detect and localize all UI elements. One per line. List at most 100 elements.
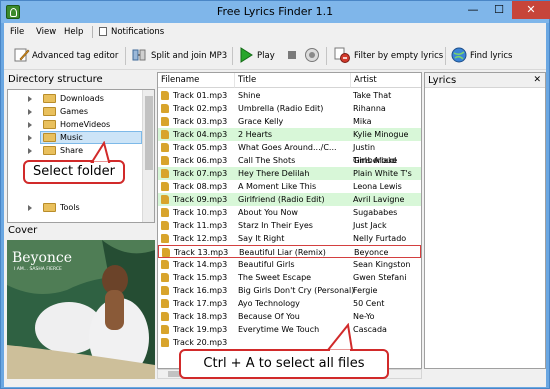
title-cell: Because Of You: [238, 312, 300, 321]
music-file-icon: [161, 104, 169, 113]
title-cell: The Sweet Escape: [238, 273, 312, 282]
lyrics-header: Lyrics ✕: [425, 73, 545, 88]
callout-tail: [90, 141, 111, 163]
advanced-tag-editor-button[interactable]: Advanced tag editor: [32, 47, 118, 65]
tree-item-share[interactable]: Share: [8, 144, 142, 157]
table-row[interactable]: Track 06.mp3 Call The Shots Girls Aloud: [158, 154, 421, 167]
cover-art: Beyonce I AM... SASHA FIERCE: [7, 240, 155, 379]
play-icon[interactable]: [238, 47, 254, 63]
table-row[interactable]: Track 19.mp3 Everytime We Touch Cascada: [158, 323, 421, 336]
title-cell: Ayo Technology: [238, 299, 300, 308]
filename-cell: Track 02.mp3: [173, 104, 228, 113]
title-cell: Starz In Their Eyes: [238, 221, 313, 230]
artist-cell: Kylie Minogue: [353, 130, 409, 139]
table-row[interactable]: Track 08.mp3 A Moment Like This Leona Lewi…: [158, 180, 421, 193]
table-row[interactable]: Track 01.mp3 Shine Take That: [158, 89, 421, 102]
menu-notifications[interactable]: Notifications: [111, 27, 164, 37]
folder-icon: [43, 94, 56, 103]
minimize-button[interactable]: —: [460, 1, 486, 19]
lyrics-close-icon[interactable]: ✕: [533, 73, 541, 88]
close-button[interactable]: ✕: [512, 1, 550, 19]
play-button[interactable]: Play: [257, 47, 275, 65]
music-file-icon: [161, 299, 169, 308]
table-row[interactable]: Track 15.mp3 The Sweet Escape Gwen Stefani: [158, 271, 421, 284]
table-row[interactable]: Track 10.mp3 About You Now Sugababes: [158, 206, 421, 219]
table-row[interactable]: Track 03.mp3 Grace Kelly Mika: [158, 115, 421, 128]
menu-help[interactable]: Help: [64, 27, 83, 37]
artist-cell: Leona Lewis: [353, 182, 402, 191]
artist-cell: Sean Kingston: [353, 260, 411, 269]
tree-item-games[interactable]: Games: [8, 105, 142, 118]
table-row[interactable]: Track 02.mp3 Umbrella (Radio Edit) Rihanna: [158, 102, 421, 115]
tracks-table[interactable]: Filename Title Artist Track 01.mp3 Shine T…: [157, 72, 422, 369]
expand-arrow-icon[interactable]: [28, 205, 32, 211]
artist-cell: Take That: [353, 91, 392, 100]
notifications-icon: [99, 27, 107, 36]
tree-item-label: Music: [60, 133, 83, 142]
toolbar-separator: [232, 47, 233, 65]
stop-icon[interactable]: [284, 47, 300, 63]
folder-icon: [43, 120, 56, 129]
filename-cell: Track 04.mp3: [173, 130, 228, 139]
folder-icon: [43, 107, 56, 116]
artist-cell: Girls Aloud: [353, 156, 397, 165]
table-row[interactable]: Track 20.mp3: [158, 336, 421, 349]
expand-arrow-icon[interactable]: [28, 96, 32, 102]
table-row[interactable]: Track 04.mp3 2 Hearts Kylie Minogue: [158, 128, 421, 141]
table-row[interactable]: Track 13.mp3 Beautiful Liar (Remix) Beyonc…: [158, 245, 421, 258]
table-row[interactable]: Track 18.mp3 Because Of You Ne-Yo: [158, 310, 421, 323]
toolbar: Advanced tag editor Split and join MP3 P…: [4, 42, 546, 70]
filename-cell: Track 15.mp3: [173, 273, 228, 282]
maximize-button[interactable]: ☐: [486, 1, 512, 19]
split-join-button[interactable]: Split and join MP3: [151, 47, 227, 65]
split-join-icon: [132, 49, 146, 61]
menu-bar: File View Help Notifications: [4, 23, 546, 41]
volume-icon[interactable]: [304, 47, 320, 63]
filter-icon: [334, 47, 350, 63]
client-area: File View Help Notifications Advanced ta…: [4, 23, 546, 387]
expand-arrow-icon[interactable]: [28, 135, 32, 141]
filename-cell: Track 08.mp3: [173, 182, 228, 191]
music-file-icon: [161, 208, 169, 217]
column-header-title[interactable]: Title: [235, 73, 351, 88]
filter-empty-lyrics-button[interactable]: Filter by empty lyrics: [354, 47, 443, 65]
column-header-filename[interactable]: Filename: [158, 73, 235, 88]
filename-cell: Track 07.mp3: [173, 169, 228, 178]
find-lyrics-button[interactable]: Find lyrics: [470, 47, 512, 65]
table-row[interactable]: Track 17.mp3 Ayo Technology 50 Cent: [158, 297, 421, 310]
filename-cell: Track 17.mp3: [173, 299, 228, 308]
table-row[interactable]: Track 05.mp3 What Goes Around.../C... Just…: [158, 141, 421, 165]
menu-view[interactable]: View: [36, 27, 56, 37]
tree-item-music[interactable]: Music: [8, 131, 142, 144]
expand-arrow-icon[interactable]: [28, 122, 32, 128]
table-row[interactable]: Track 12.mp3 Say It Right Nelly Furtado: [158, 232, 421, 245]
filename-cell: Track 16.mp3: [173, 286, 228, 295]
scrollbar-thumb[interactable]: [145, 96, 153, 170]
title-cell: What Goes Around.../C...: [238, 143, 337, 152]
tree-item-label: Share: [60, 146, 84, 155]
expand-arrow-icon[interactable]: [28, 109, 32, 115]
table-row[interactable]: Track 14.mp3 Beautiful Girls Sean Kingston: [158, 258, 421, 271]
title-cell: Girlfriend (Radio Edit): [238, 195, 325, 204]
folder-icon: [43, 146, 56, 155]
menu-file[interactable]: File: [10, 27, 24, 37]
lyrics-panel: Lyrics ✕: [424, 72, 546, 369]
title-cell: Beautiful Girls: [238, 260, 295, 269]
directory-tree[interactable]: Downloads Games HomeVideos Music Share T…: [7, 89, 155, 223]
tree-item-homevideos[interactable]: HomeVideos: [8, 118, 142, 131]
directory-scrollbar[interactable]: [142, 90, 154, 222]
filename-cell: Track 06.mp3: [173, 156, 228, 165]
music-file-icon: [162, 248, 170, 257]
lyrics-title: Lyrics: [428, 75, 457, 86]
tree-item-tools[interactable]: Tools: [8, 201, 142, 214]
column-header-artist[interactable]: Artist: [351, 73, 421, 88]
table-row[interactable]: Track 16.mp3 Big Girls Don't Cry (Persona…: [158, 284, 421, 297]
title-bar[interactable]: Free Lyrics Finder 1.1 — ☐ ✕: [1, 1, 550, 23]
table-row[interactable]: Track 07.mp3 Hey There Delilah Plain White…: [158, 167, 421, 180]
table-row[interactable]: Track 11.mp3 Starz In Their Eyes Just Jack: [158, 219, 421, 232]
table-row[interactable]: Track 09.mp3 Girlfriend (Radio Edit) Avril…: [158, 193, 421, 206]
title-cell: About You Now: [238, 208, 298, 217]
music-file-icon: [161, 130, 169, 139]
expand-arrow-icon[interactable]: [28, 148, 32, 154]
tree-item-downloads[interactable]: Downloads: [8, 92, 142, 105]
